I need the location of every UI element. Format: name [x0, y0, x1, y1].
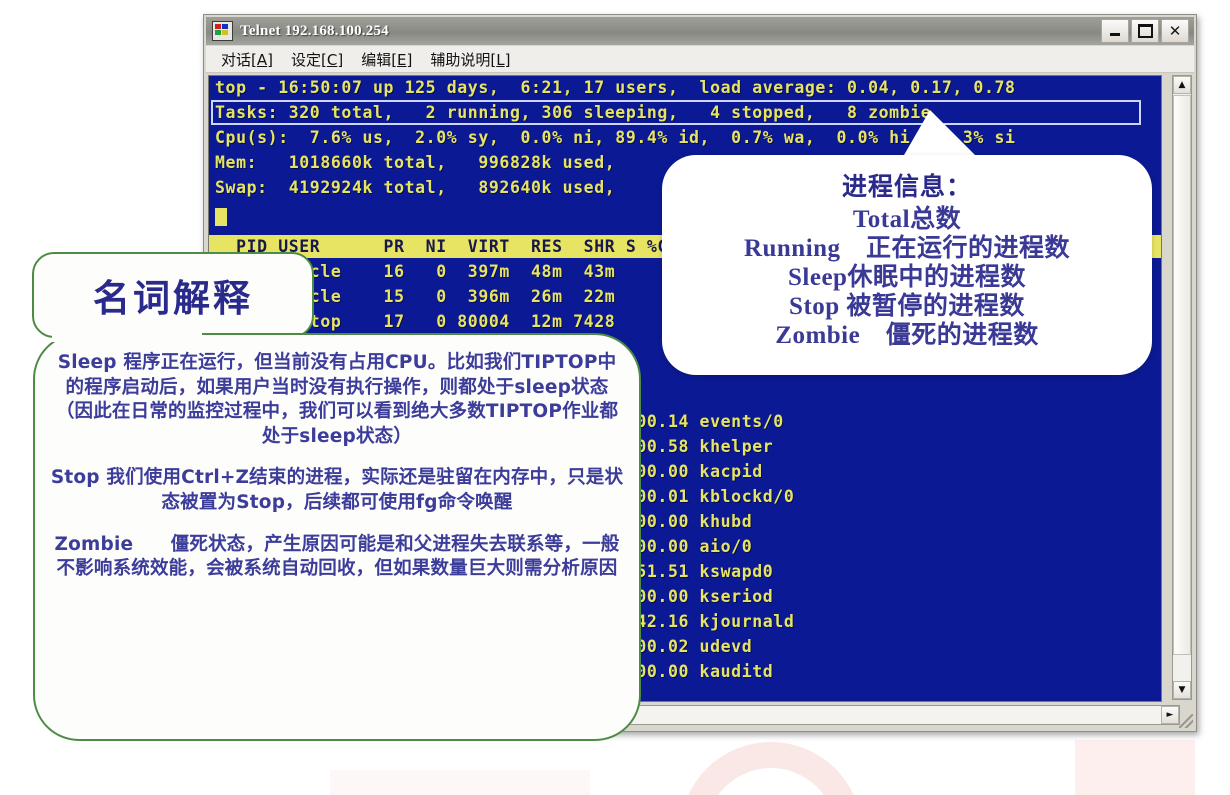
process-callout-title: 进程信息：	[841, 172, 972, 201]
terminal-summary-line-top: top - 16:50:07 up 125 days, 6:21, 17 use…	[215, 78, 1016, 97]
menu-item-help[interactable]: 辅助说明[L]	[421, 48, 519, 71]
menu-item-dialog-mnemonic: A	[256, 50, 268, 69]
close-icon: ✕	[1168, 21, 1182, 40]
maximize-icon	[1137, 24, 1153, 38]
menu-item-dialog[interactable]: 对话[A]	[212, 48, 282, 71]
terminal-summary-line-swap: Swap: 4192924k total, 892640k used,	[215, 178, 616, 197]
menu-item-help-mnemonic: L	[496, 50, 505, 69]
screenshot-root: Telnet 192.168.100.254 ✕ 对话[A] 设定[C] 编辑[…	[0, 0, 1230, 795]
window-title: Telnet 192.168.100.254	[240, 22, 389, 39]
menu-item-dialog-label: 对话[	[221, 50, 257, 69]
bubble-connector	[52, 326, 202, 342]
menu-bar: 对话[A] 设定[C] 编辑[E] 辅助说明[L]	[206, 46, 1194, 73]
vertical-scrollbar-thumb[interactable]	[1173, 95, 1191, 655]
window-controls: ✕	[1101, 19, 1192, 43]
terms-paragraph-sleep: Sleep 程序正在运行，但当前没有占用CPU。比如我们TIPTOP中的程序启动…	[55, 352, 619, 447]
menu-item-help-bracket: ]	[504, 50, 511, 69]
process-info-callout: 进程信息： Total总数 Running 正在运行的进程数 Sleep休眠中的…	[662, 155, 1152, 375]
telnet-app-icon	[212, 21, 233, 41]
background-watermark-ring	[680, 742, 862, 795]
terms-paragraph-gap-2	[49, 516, 625, 533]
menu-item-edit[interactable]: 编辑[E]	[352, 48, 421, 71]
terminal-summary-line-tasks: Tasks: 320 total, 2 running, 306 sleepin…	[215, 103, 932, 122]
process-callout-line-zombie: Zombie 僵死的进程数	[775, 322, 1039, 349]
process-callout-line-total: Total总数	[852, 206, 962, 233]
process-table-header-edge	[1151, 235, 1161, 258]
background-watermark-rect-2	[330, 770, 590, 795]
terminal-cursor	[215, 208, 227, 226]
terms-paragraph-zombie: Zombie 僵死状态，产生原因可能是和父进程失去联系等，一般不影响系统效能，会…	[54, 533, 620, 580]
close-button[interactable]: ✕	[1161, 19, 1189, 43]
background-watermark-rect	[1075, 740, 1195, 795]
process-callout-line-stop: Stop 被暂停的进程数	[789, 293, 1025, 320]
terms-paragraph-gap-1	[49, 449, 625, 466]
minimize-button[interactable]	[1101, 19, 1129, 43]
menu-item-settings-bracket: ]	[337, 50, 344, 69]
menu-item-edit-mnemonic: E	[397, 50, 407, 69]
menu-item-settings-label: 设定[	[290, 50, 327, 69]
process-callout-line-sleep: Sleep休眠中的进程数	[788, 264, 1026, 291]
menu-item-dialog-bracket: ]	[267, 50, 273, 69]
scroll-up-arrow-icon[interactable]: ▲	[1173, 76, 1191, 94]
terminal-summary-line-mem: Mem: 1018660k total, 996828k used,	[215, 153, 616, 172]
menu-item-edit-label: 编辑[	[361, 50, 398, 69]
terms-paragraph-stop: Stop 我们使用Ctrl+Z结束的进程，实际还是驻留在内存中，只是状态被置为S…	[50, 467, 624, 513]
terms-title-label: 名词解释	[93, 277, 253, 320]
scroll-right-arrow-icon[interactable]: ►	[1161, 706, 1179, 724]
terminal-summary-line-cpu: Cpu(s): 7.6% us, 2.0% sy, 0.0% ni, 89.4%…	[215, 128, 1016, 147]
process-callout-line-running: Running 正在运行的进程数	[743, 235, 1071, 262]
minimize-icon	[1110, 33, 1120, 36]
menu-item-edit-bracket: ]	[406, 50, 413, 69]
menu-item-settings-mnemonic: C	[326, 50, 338, 69]
maximize-button[interactable]	[1131, 19, 1159, 43]
menu-item-help-label: 辅助说明[	[430, 50, 497, 69]
terms-explanation-bubble: Sleep 程序正在运行，但当前没有占用CPU。比如我们TIPTOP中的程序启动…	[33, 333, 641, 741]
window-title-bar[interactable]: Telnet 192.168.100.254 ✕	[206, 17, 1194, 45]
vertical-scrollbar[interactable]: ▲ ▼	[1172, 75, 1192, 700]
menu-item-settings[interactable]: 设定[C]	[282, 48, 352, 71]
scroll-down-arrow-icon[interactable]: ▼	[1173, 681, 1191, 699]
window-resize-grip[interactable]	[1179, 714, 1193, 728]
